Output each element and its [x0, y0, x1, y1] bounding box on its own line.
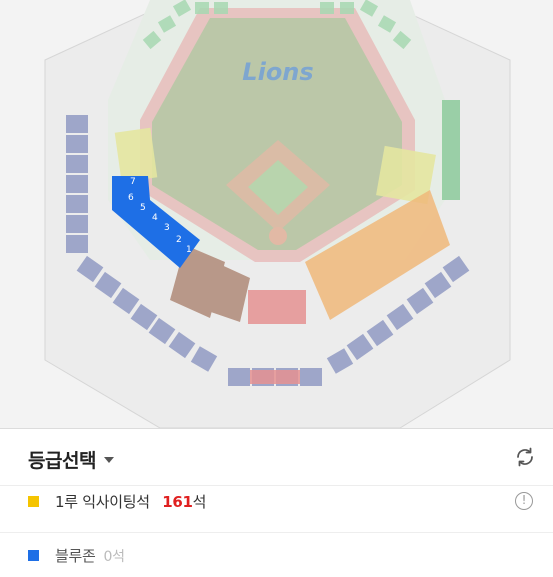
seat-section-label[interactable]: 4 — [152, 213, 158, 223]
seat-section-label[interactable]: 2 — [176, 235, 182, 245]
grade-select-dropdown[interactable]: 등급선택 — [28, 446, 114, 473]
grade-row-1[interactable]: 1루 익사이팅석 161석 ! — [0, 479, 553, 523]
grade-select-title: 등급선택 — [28, 450, 96, 472]
remaining-seat-count: 0석 — [103, 548, 125, 565]
seat-section-label[interactable]: 6 — [128, 193, 134, 203]
panel-header: 등급선택 — [0, 429, 553, 486]
grade-selection-panel: 등급선택 1루 익사이팅석 161석 ! 블루존 0석 — [0, 428, 553, 565]
grade-color-swatch — [28, 549, 39, 561]
seat-section-label[interactable]: 1 — [186, 245, 192, 255]
grade-color-swatch — [28, 495, 39, 507]
grade-name: 1루 익사이팅석 161석 — [55, 492, 207, 511]
refresh-button[interactable] — [513, 445, 537, 469]
left-upper-sections — [66, 115, 88, 253]
grade-row-2[interactable]: 블루존 0석 — [0, 532, 553, 577]
grade-name: 블루존 0석 — [55, 546, 125, 565]
seat-section-label[interactable]: 5 — [140, 203, 146, 213]
remaining-seat-count: 161 — [162, 492, 193, 511]
seat-section-label[interactable]: 3 — [164, 223, 170, 233]
stadium-seat-map[interactable]: Lions 7 6 5 4 3 2 1 — [0, 0, 553, 428]
lions-logo: Lions — [242, 58, 313, 86]
info-icon[interactable]: ! — [515, 492, 533, 510]
caret-down-icon — [103, 456, 114, 463]
seat-section-label[interactable]: 7 — [130, 177, 136, 187]
right-stand — [442, 100, 460, 200]
stadium-map-graphic: Lions 7654321 — [44, 0, 511, 428]
refresh-icon — [517, 447, 533, 467]
